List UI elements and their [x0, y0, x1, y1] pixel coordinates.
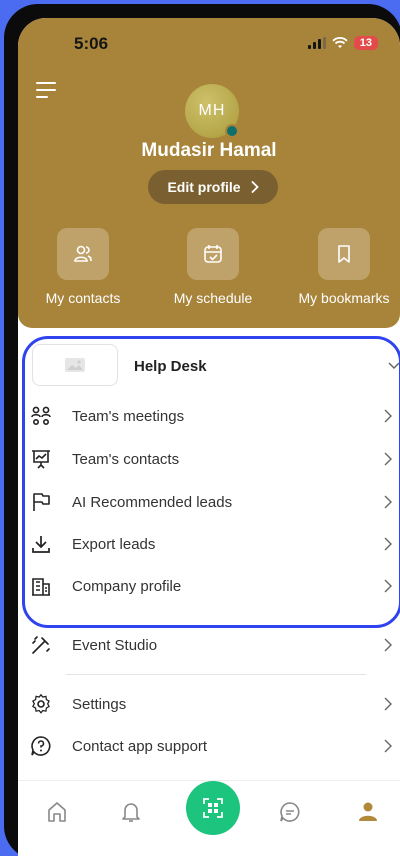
- menu-item-label: Event Studio: [72, 636, 158, 654]
- bookmark-icon: [318, 228, 370, 280]
- edit-profile-button[interactable]: Edit profile: [148, 170, 278, 204]
- menu-item-label: Team's meetings: [72, 407, 185, 425]
- calendar-check-icon: [187, 228, 239, 280]
- quick-action-schedule[interactable]: My schedule: [158, 228, 268, 306]
- menu-item-label: Company profile: [72, 577, 182, 595]
- chevron-right-icon: [384, 638, 392, 652]
- chevron-right-icon: [384, 697, 392, 711]
- scan-qr-button[interactable]: [186, 781, 240, 835]
- team-meetings-icon: [31, 406, 51, 426]
- quick-action-bookmarks[interactable]: My bookmarks: [289, 228, 399, 306]
- chevron-right-icon: [384, 409, 392, 423]
- menu-item-ai-recommended-leads[interactable]: AI Recommended leads: [18, 482, 400, 522]
- bell-icon[interactable]: [118, 799, 144, 825]
- quick-action-label: My schedule: [173, 290, 253, 306]
- chevron-down-icon: [388, 362, 400, 370]
- menu-item-settings[interactable]: Settings: [18, 684, 400, 724]
- menu-item-label: Contact app support: [72, 737, 208, 755]
- help-circle-icon: [31, 736, 51, 756]
- app-screen: 5:06 13 MH Mudasir Hamal Edit profile My…: [18, 18, 400, 856]
- menu-item-contact-support[interactable]: Contact app support: [18, 726, 400, 766]
- chevron-right-icon: [251, 181, 259, 193]
- menu-item-company-profile[interactable]: Company profile: [18, 566, 400, 606]
- online-status-dot: [225, 124, 239, 138]
- wifi-icon: [332, 37, 348, 48]
- quick-action-label: My bookmarks: [298, 290, 390, 306]
- edit-profile-label: Edit profile: [167, 179, 241, 195]
- profile-name: Mudasir Hamal: [141, 140, 277, 161]
- menu-item-label: AI Recommended leads: [72, 493, 233, 511]
- company-name: Help Desk: [134, 358, 207, 375]
- quick-action-contacts[interactable]: My contacts: [28, 228, 138, 306]
- chevron-right-icon: [384, 452, 392, 466]
- chat-icon[interactable]: [277, 799, 303, 825]
- menu-item-label: Team's contacts: [72, 450, 180, 468]
- home-icon[interactable]: [44, 799, 70, 825]
- battery-indicator: 13: [353, 36, 378, 50]
- company-selector[interactable]: Help Desk: [134, 356, 400, 380]
- qr-scan-icon: [203, 798, 223, 818]
- menu-item-label: Export leads: [72, 535, 156, 553]
- chevron-right-icon: [384, 739, 392, 753]
- chevron-right-icon: [384, 537, 392, 551]
- magic-wand-icon: [32, 636, 50, 654]
- flag-icon: [33, 493, 50, 511]
- gear-icon: [32, 693, 50, 714]
- image-placeholder-icon: [65, 358, 85, 372]
- chevron-right-icon: [384, 579, 392, 593]
- building-icon: [32, 578, 50, 596]
- menu-item-event-studio[interactable]: Event Studio: [18, 625, 400, 665]
- menu-item-label: Settings: [72, 695, 127, 713]
- status-icons: 13: [307, 36, 378, 50]
- menu-item-export-leads[interactable]: Export leads: [18, 524, 400, 564]
- company-logo: [32, 344, 118, 386]
- menu-item-teams-meetings[interactable]: Team's meetings: [18, 396, 400, 436]
- bottom-navigation: [18, 780, 400, 856]
- quick-action-label: My contacts: [45, 290, 121, 306]
- download-icon: [32, 536, 50, 553]
- signal-icon: [307, 37, 326, 49]
- menu-divider: [66, 674, 366, 675]
- menu-icon[interactable]: [36, 82, 56, 98]
- profile-icon[interactable]: [355, 799, 381, 825]
- presentation-board-icon: [32, 450, 50, 469]
- contacts-icon: [57, 228, 109, 280]
- menu-item-teams-contacts[interactable]: Team's contacts: [18, 439, 400, 479]
- chevron-right-icon: [384, 495, 392, 509]
- profile-header: 5:06 13 MH Mudasir Hamal Edit profile My…: [18, 18, 400, 328]
- status-time: 5:06: [74, 34, 109, 53]
